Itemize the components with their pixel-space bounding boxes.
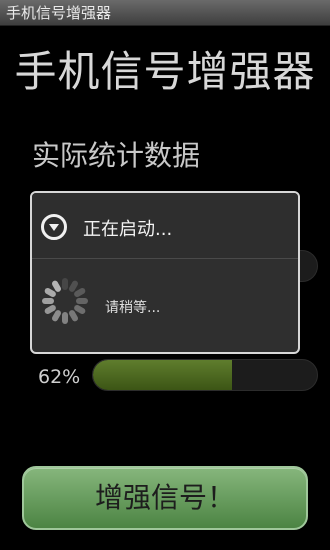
stats-heading: 实际统计数据 (32, 139, 201, 172)
spinner-segment (62, 278, 68, 290)
spinner-segment (62, 312, 68, 324)
loading-spinner-icon (42, 278, 88, 324)
window-titlebar: 手机信号增强器 (0, 0, 330, 26)
spinner-segment (42, 298, 54, 304)
dialog-title: 正在启动... (83, 219, 173, 240)
boost-signal-button[interactable]: 增强信号！ (22, 466, 308, 530)
spinner-segment (76, 298, 88, 304)
loading-dialog: 正在启动... 请稍等... (30, 191, 300, 354)
dialog-message: 请稍等... (105, 300, 161, 316)
signal-bar-2 (92, 359, 318, 391)
app-title: 手机信号增强器 (14, 47, 316, 96)
signal-bar-2-percent: 62% (38, 366, 81, 388)
signal-bar-2-fill (93, 360, 232, 390)
window-title: 手机信号增强器 (6, 4, 112, 22)
dialog-header: 正在启动... (32, 193, 298, 259)
chevron-down-circle-icon (41, 214, 67, 240)
